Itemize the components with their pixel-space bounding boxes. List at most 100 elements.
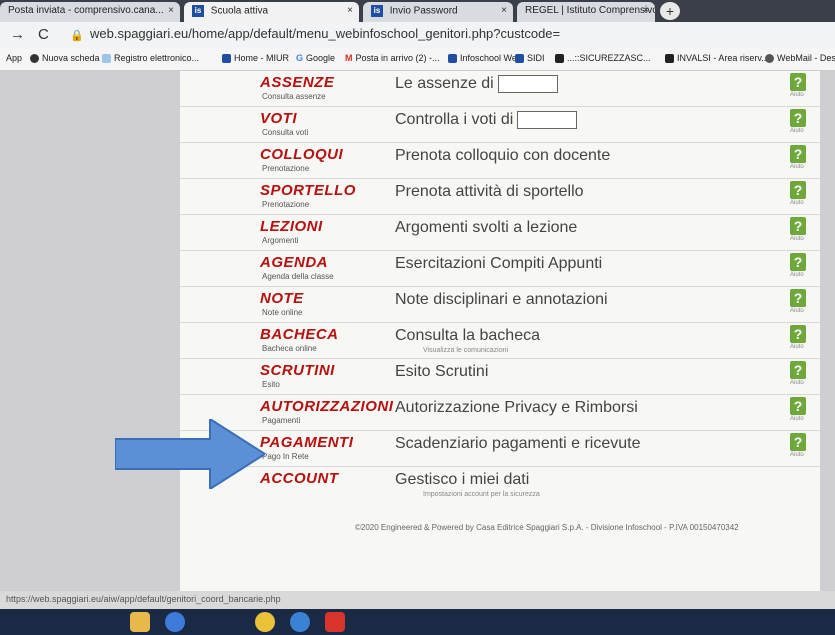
tab-close-icon[interactable]: × [501,5,507,16]
student-name-box [517,111,578,129]
infoschool-logo-icon: is [371,5,383,17]
page-icon [665,54,674,64]
menu-title[interactable]: VOTI [260,110,297,127]
menu-description[interactable]: Gestisco i miei dati [395,471,529,489]
help-label: Aiuto [790,128,804,134]
folder-icon[interactable] [130,612,150,632]
help-label: Aiuto [790,164,804,170]
menu-title[interactable]: NOTE [260,290,304,307]
menu-row-sportello[interactable]: SPORTELLO Prenotazione Prenota attività … [180,179,820,215]
help-icon[interactable]: ? [790,253,806,271]
menu-title[interactable]: LEZIONI [260,218,323,235]
menu-description[interactable]: Esito Scrutini [395,363,488,381]
help-label: Aiuto [790,200,804,206]
menu-title[interactable]: PAGAMENTI [260,434,353,451]
menu-row-autorizzazioni[interactable]: AUTORIZZAZIONI Pagamenti Autorizzazione … [180,395,820,431]
infoschool-logo-icon: is [192,5,204,17]
help-icon[interactable]: ? [790,145,806,163]
menu-description[interactable]: Controlla i voti di [395,111,578,129]
bookmark-infoschool-web[interactable]: Infoschool Web [448,53,522,64]
tab-close-icon[interactable]: × [643,5,649,16]
arrow-pointer-icon [115,419,265,489]
help-icon[interactable]: ? [790,397,806,415]
help-icon[interactable]: ? [790,361,806,379]
help-icon[interactable]: ? [790,217,806,235]
page-icon [102,54,111,64]
sidi-icon [515,54,524,64]
tab-close-icon[interactable]: × [347,5,353,16]
reload-icon[interactable]: C [38,26,49,43]
bookmark-posta-in-arrivo[interactable]: M Posta in arrivo (2) -... [345,53,440,63]
bookmark-nuova-scheda[interactable]: Nuova scheda [30,53,100,64]
tab-scuola-attiva[interactable]: is Scuola attiva × [184,2,359,22]
menu-title[interactable]: ACCOUNT [260,470,339,487]
bookmark-google[interactable]: G Google [296,53,335,63]
chrome-icon[interactable] [255,612,275,632]
tab-bar: Posta inviata - comprensivo.cana... × is… [0,0,835,22]
tab-title: Invio Password [389,5,458,17]
bookmarks-bar: App Nuova scheda Registro elettronico...… [0,48,835,71]
menu-row-note[interactable]: NOTE Note online Note disciplinari e ann… [180,287,820,323]
app-icon[interactable] [165,612,185,632]
menu-row-bacheca[interactable]: BACHECA Bacheca online Consulta la bache… [180,323,820,359]
menu-title[interactable]: AGENDA [260,254,328,271]
menu-subtitle: Pagamenti [262,416,301,425]
edge-icon[interactable] [290,612,310,632]
menu-description[interactable]: Argomenti svolti a lezione [395,219,577,237]
acrobat-icon[interactable] [325,612,345,632]
bookmark-invalsi[interactable]: INVALSI - Area riserv... [665,53,769,64]
bookmark-app[interactable]: App [6,53,22,63]
bookmark-sidi[interactable]: SIDI [515,53,545,64]
bookmark-registro-elettronico[interactable]: Registro elettronico... [102,53,199,64]
menu-description[interactable]: Prenota colloquio con docente [395,147,610,165]
help-icon[interactable]: ? [790,109,806,127]
menu-row-colloqui[interactable]: COLLOQUI Prenotazione Prenota colloquio … [180,143,820,179]
menu-title[interactable]: COLLOQUI [260,146,343,163]
help-label: Aiuto [790,344,804,350]
menu-row-lezioni[interactable]: LEZIONI Argomenti Argomenti svolti a lez… [180,215,820,251]
menu-row-assenze[interactable]: ASSENZE Consulta assenze Le assenze di ?… [180,71,820,107]
url-field[interactable]: web.spaggiari.eu/home/app/default/menu_w… [90,26,810,41]
help-icon[interactable]: ? [790,73,806,91]
help-icon[interactable]: ? [790,289,806,307]
menu-row-pagamenti[interactable]: PAGAMENTI Pago In Rete Scadenziario paga… [180,431,820,467]
menu-description[interactable]: Scadenziario pagamenti e ricevute [395,435,640,453]
help-icon[interactable]: ? [790,181,806,199]
menu-description[interactable]: Le assenze di [395,75,558,93]
menu-title[interactable]: AUTORIZZAZIONI [260,398,393,415]
new-tab-button[interactable]: + [660,2,680,20]
menu-description[interactable]: Consulta la bacheca [395,327,540,345]
menu-detail: Impostazioni account per la sicurezza [423,491,540,498]
menu-panel: ASSENZE Consulta assenze Le assenze di ?… [180,71,820,591]
menu-row-agenda[interactable]: AGENDA Agenda della classe Esercitazioni… [180,251,820,287]
menu-title[interactable]: SCRUTINI [260,362,335,379]
bookmark-sicurezza[interactable]: ...::SICUREZZASC... [555,53,651,64]
tab-invio-password[interactable]: is Invio Password × [363,2,513,22]
help-label: Aiuto [790,308,804,314]
menu-description[interactable]: Note disciplinari e annotazioni [395,291,608,309]
lock-icon[interactable]: 🔒 [70,29,84,42]
menu-description[interactable]: Autorizzazione Privacy e Rimborsi [395,399,638,417]
student-name-box [497,75,558,93]
menu-title[interactable]: SPORTELLO [260,182,356,199]
bookmark-webmail[interactable]: WebMail - Desk [765,53,835,64]
page-area: ASSENZE Consulta assenze Le assenze di ?… [0,71,835,591]
menu-row-account[interactable]: ACCOUNT Gestisco i miei dati Impostazion… [180,467,820,502]
menu-description[interactable]: Prenota attività di sportello [395,183,584,201]
tab-regel[interactable]: REGEL | Istituto Comprensivo Ca... × [517,2,655,22]
tab-close-icon[interactable]: × [168,5,174,16]
menu-row-scrutini[interactable]: SCRUTINI Esito Esito Scrutini ? Aiuto [180,359,820,395]
globe-icon [765,54,774,64]
forward-arrow-icon[interactable]: → [10,26,25,43]
bookmark-home-miur[interactable]: Home - MIUR [222,53,289,64]
menu-title[interactable]: BACHECA [260,326,339,343]
help-icon[interactable]: ? [790,433,806,451]
menu-row-voti[interactable]: VOTI Consulta voti Controlla i voti di ?… [180,107,820,143]
help-icon[interactable]: ? [790,325,806,343]
taskbar [0,609,835,635]
menu-title[interactable]: ASSENZE [260,74,334,91]
tab-posta-inviata[interactable]: Posta inviata - comprensivo.cana... × [0,2,180,22]
menu-subtitle: Bacheca online [262,344,317,353]
help-label: Aiuto [790,236,804,242]
menu-description[interactable]: Esercitazioni Compiti Appunti [395,255,602,273]
